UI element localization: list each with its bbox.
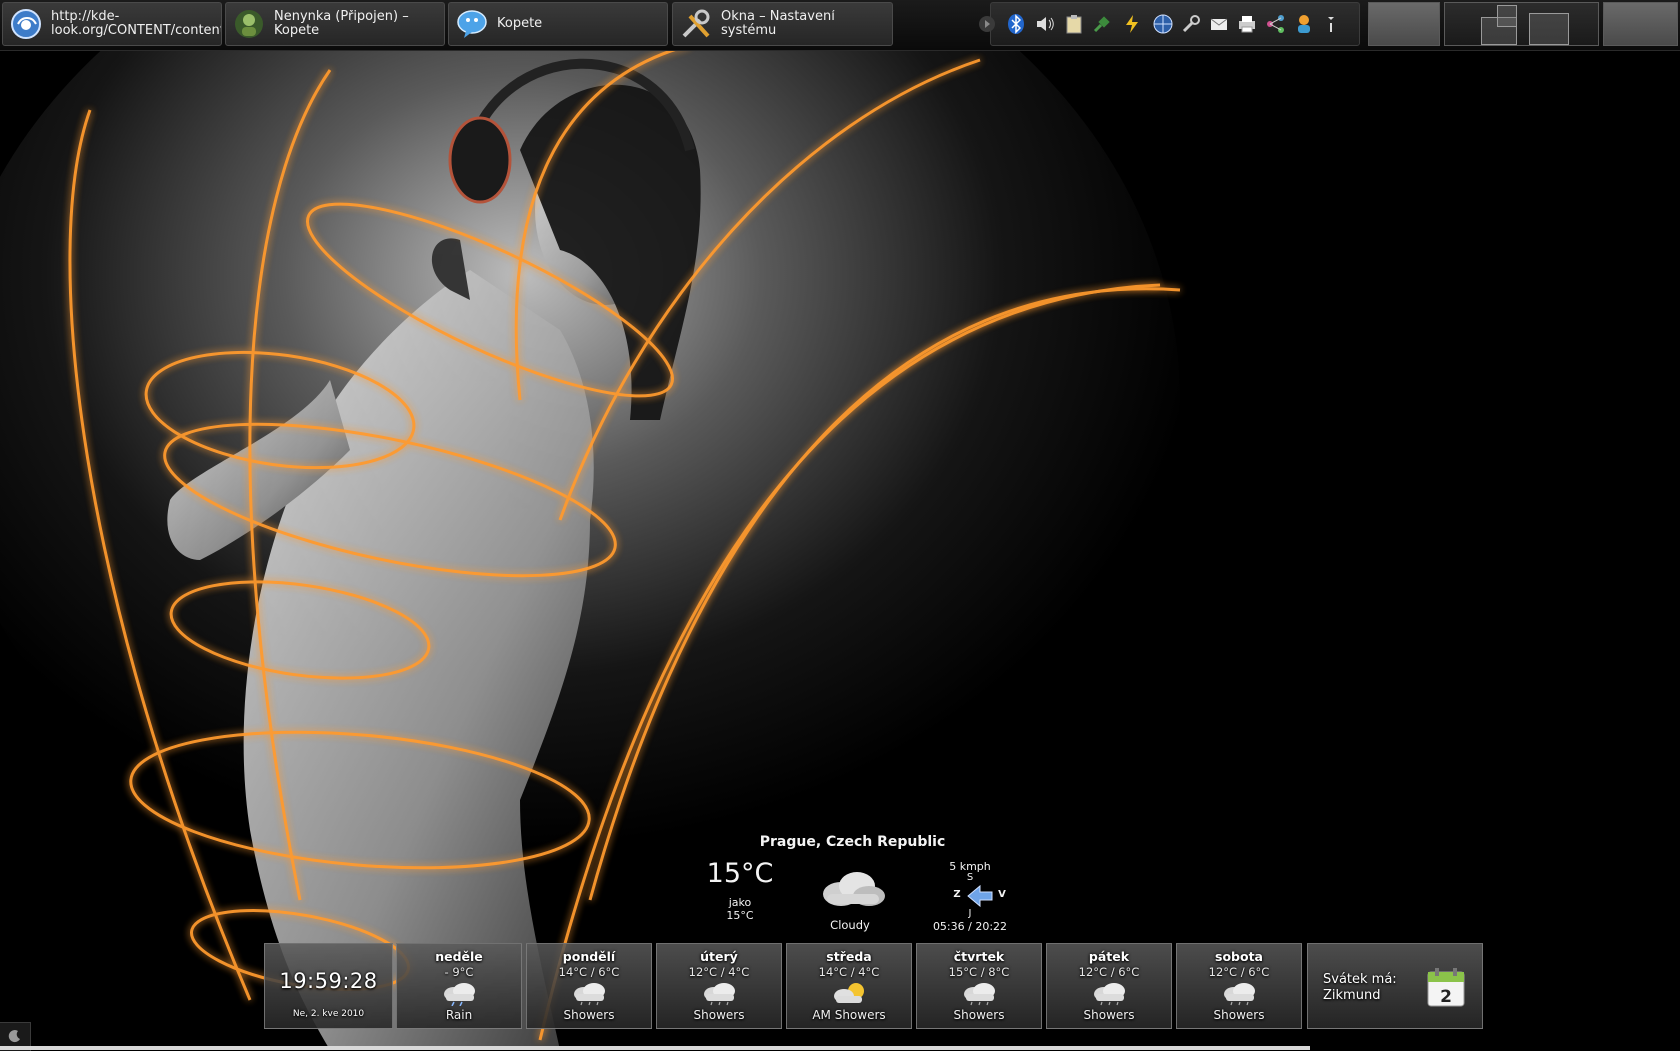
forecast-day-name: středa (826, 949, 872, 964)
clock-time: 19:59:28 (279, 969, 378, 993)
task-label: http://kde- look.org/CONTENT/content (51, 10, 221, 38)
forecast-day-temps: 12°C / 4°C (688, 965, 750, 979)
forecast-day-condition: Showers (563, 1008, 615, 1022)
compass-west: Z (953, 889, 961, 900)
forecast-day-condition: Showers (693, 1008, 745, 1022)
share-icon[interactable] (1266, 14, 1286, 34)
showers-cloud-icon (960, 982, 1000, 1006)
forecast-day-tile[interactable]: čtvrtek 15°C / 8°C Showers (916, 943, 1042, 1029)
browser-globe-icon (9, 7, 43, 41)
more-menu-icon[interactable] (1321, 14, 1341, 34)
forecast-bar: 19:59:28 Ne, 2. kve 2010 neděle - 9°C Rain… (264, 943, 1484, 1029)
power-icon[interactable] (1122, 14, 1142, 34)
rain-cloud-icon (440, 982, 480, 1007)
clock-date: Ne, 2. kve 2010 (292, 1009, 365, 1019)
forecast-day-temps: - 9°C (444, 965, 474, 979)
forecast-day-condition: AM Showers (812, 1008, 886, 1022)
bottom-scroll-strip (0, 1046, 1310, 1050)
kopete-chat-icon (455, 7, 489, 41)
forecast-day-condition: Rain (445, 1008, 473, 1022)
weather-feels-like-label: jako (728, 896, 752, 909)
forecast-day-temps: 14°C / 6°C (558, 965, 620, 979)
sun-cloud-icon (830, 982, 870, 1006)
moon-icon (8, 1028, 22, 1047)
compass-south: J (968, 908, 972, 919)
forecast-day-name: sobota (1215, 949, 1263, 964)
forecast-day-temps: 15°C / 8°C (948, 965, 1010, 979)
showers-cloud-icon (570, 982, 610, 1006)
pager-desktop-3[interactable] (1603, 2, 1678, 46)
task-kopete[interactable]: Kopete (448, 2, 668, 46)
compass-east: V (998, 889, 1006, 900)
forecast-day-tile[interactable]: úterý 12°C / 4°C Showers (656, 943, 782, 1029)
sun-times: 05:36 / 20:22 (932, 920, 1008, 933)
forecast-day-name: pátek (1088, 949, 1130, 964)
bluetooth-icon[interactable] (1006, 14, 1026, 34)
weather-temperature: 15°C (706, 858, 774, 889)
volume-icon[interactable] (1035, 14, 1055, 34)
wrench-icon[interactable] (1181, 14, 1201, 34)
task-browser[interactable]: http://kde- look.org/CONTENT/content (2, 2, 222, 46)
pager-window-thumb (1497, 5, 1517, 27)
forecast-day-name: čtvrtek (953, 949, 1005, 964)
weather-widget: Prague, Czech Republic 15°C jako 15°C Cl… (660, 830, 1060, 940)
showers-cloud-icon (700, 982, 740, 1006)
task-system-settings[interactable]: Okna – Nastavení systému (672, 2, 893, 46)
weather-location: Prague, Czech Republic (759, 834, 946, 850)
forecast-day-tile[interactable]: sobota 12°C / 6°C Showers (1176, 943, 1302, 1029)
nameday-widget[interactable]: Svátek má: Zikmund 2 (1307, 943, 1483, 1029)
task-kopete-contact[interactable]: Nenynka (Připojen) – Kopete (225, 2, 445, 46)
network-plug-icon[interactable] (1092, 14, 1112, 34)
forecast-day-condition: Showers (953, 1008, 1005, 1022)
user-icon[interactable] (1294, 14, 1314, 34)
calendar-icon: 2 (1426, 966, 1466, 1008)
pager-desktop-2[interactable] (1444, 2, 1599, 46)
pager-desktop-1[interactable] (1368, 2, 1440, 46)
forecast-day-condition: Showers (1083, 1008, 1135, 1022)
forecast-day-temps: 14°C / 4°C (818, 965, 880, 979)
task-label: Nenynka (Připojen) – Kopete (274, 10, 409, 38)
forecast-day-temps: 12°C / 6°C (1208, 965, 1270, 979)
task-label: Okna – Nastavení systému (721, 10, 839, 38)
system-settings-tools-icon (679, 7, 713, 41)
mail-icon[interactable] (1209, 14, 1229, 34)
weather-condition: Cloudy (830, 918, 870, 932)
showers-cloud-icon (1090, 982, 1130, 1006)
showers-cloud-icon (1220, 982, 1260, 1006)
system-tray (979, 2, 1360, 46)
forecast-day-name: neděle (435, 949, 483, 964)
forecast-day-tile[interactable]: pátek 12°C / 6°C Showers (1046, 943, 1172, 1029)
forecast-day-name: úterý (700, 949, 738, 964)
forecast-day-temps: 12°C / 6°C (1078, 965, 1140, 979)
pager-window-thumb (1529, 13, 1569, 45)
forecast-day-tile[interactable]: neděle - 9°C Rain (396, 943, 522, 1029)
arrow-expand-icon[interactable] (977, 14, 997, 34)
weather-feels-like: 15°C (726, 909, 754, 922)
calendar-day: 2 (1440, 987, 1452, 1007)
printer-icon[interactable] (1237, 14, 1257, 34)
clipboard-icon[interactable] (1064, 14, 1084, 34)
nameday-name: Zikmund (1323, 988, 1381, 1003)
forecast-day-condition: Showers (1213, 1008, 1265, 1022)
cloud-icon (817, 870, 887, 912)
network-globe-icon[interactable] (1153, 14, 1173, 34)
contact-avatar-icon (232, 7, 266, 41)
compass-north: S (966, 872, 974, 883)
nameday-label: Svátek má: (1323, 972, 1397, 987)
clock-widget[interactable]: 19:59:28 Ne, 2. kve 2010 (264, 943, 393, 1029)
top-panel: http://kde- look.org/CONTENT/content Nen… (0, 0, 1680, 51)
forecast-day-tile[interactable]: pondělí 14°C / 6°C Showers (526, 943, 652, 1029)
forecast-day-name: pondělí (562, 949, 616, 964)
forecast-day-tile[interactable]: středa 14°C / 4°C AM Showers (786, 943, 912, 1029)
task-label: Kopete (497, 17, 543, 31)
